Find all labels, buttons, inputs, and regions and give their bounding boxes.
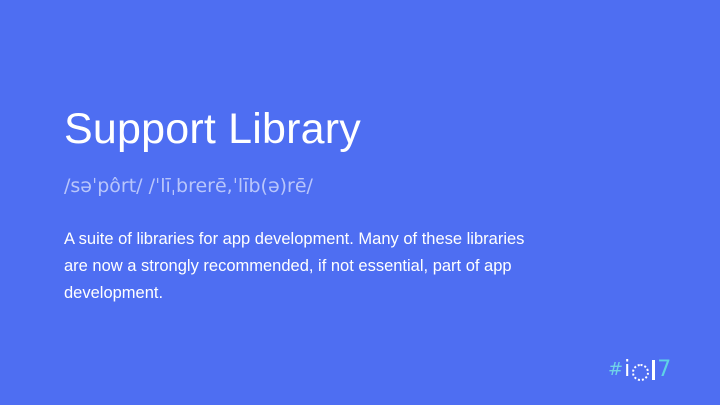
pronunciation: /səˈpôrt/ /ˈlīˌbrerē,ˈlīb(ə)rē/: [64, 175, 313, 197]
slide-title: Support Library: [64, 105, 361, 153]
logo-seven: 7: [657, 357, 672, 382]
logo-bar-icon: [652, 360, 656, 380]
io17-logo: # i 7: [608, 357, 671, 383]
slide: Support Library /səˈpôrt/ /ˈlīˌbrerē,ˈlī…: [0, 0, 720, 405]
slide-description: A suite of libraries for app development…: [64, 230, 525, 302]
hash-glyph: #: [608, 359, 624, 380]
logo-ring-icon: [632, 363, 650, 381]
logo-letter-i: i: [624, 357, 631, 382]
